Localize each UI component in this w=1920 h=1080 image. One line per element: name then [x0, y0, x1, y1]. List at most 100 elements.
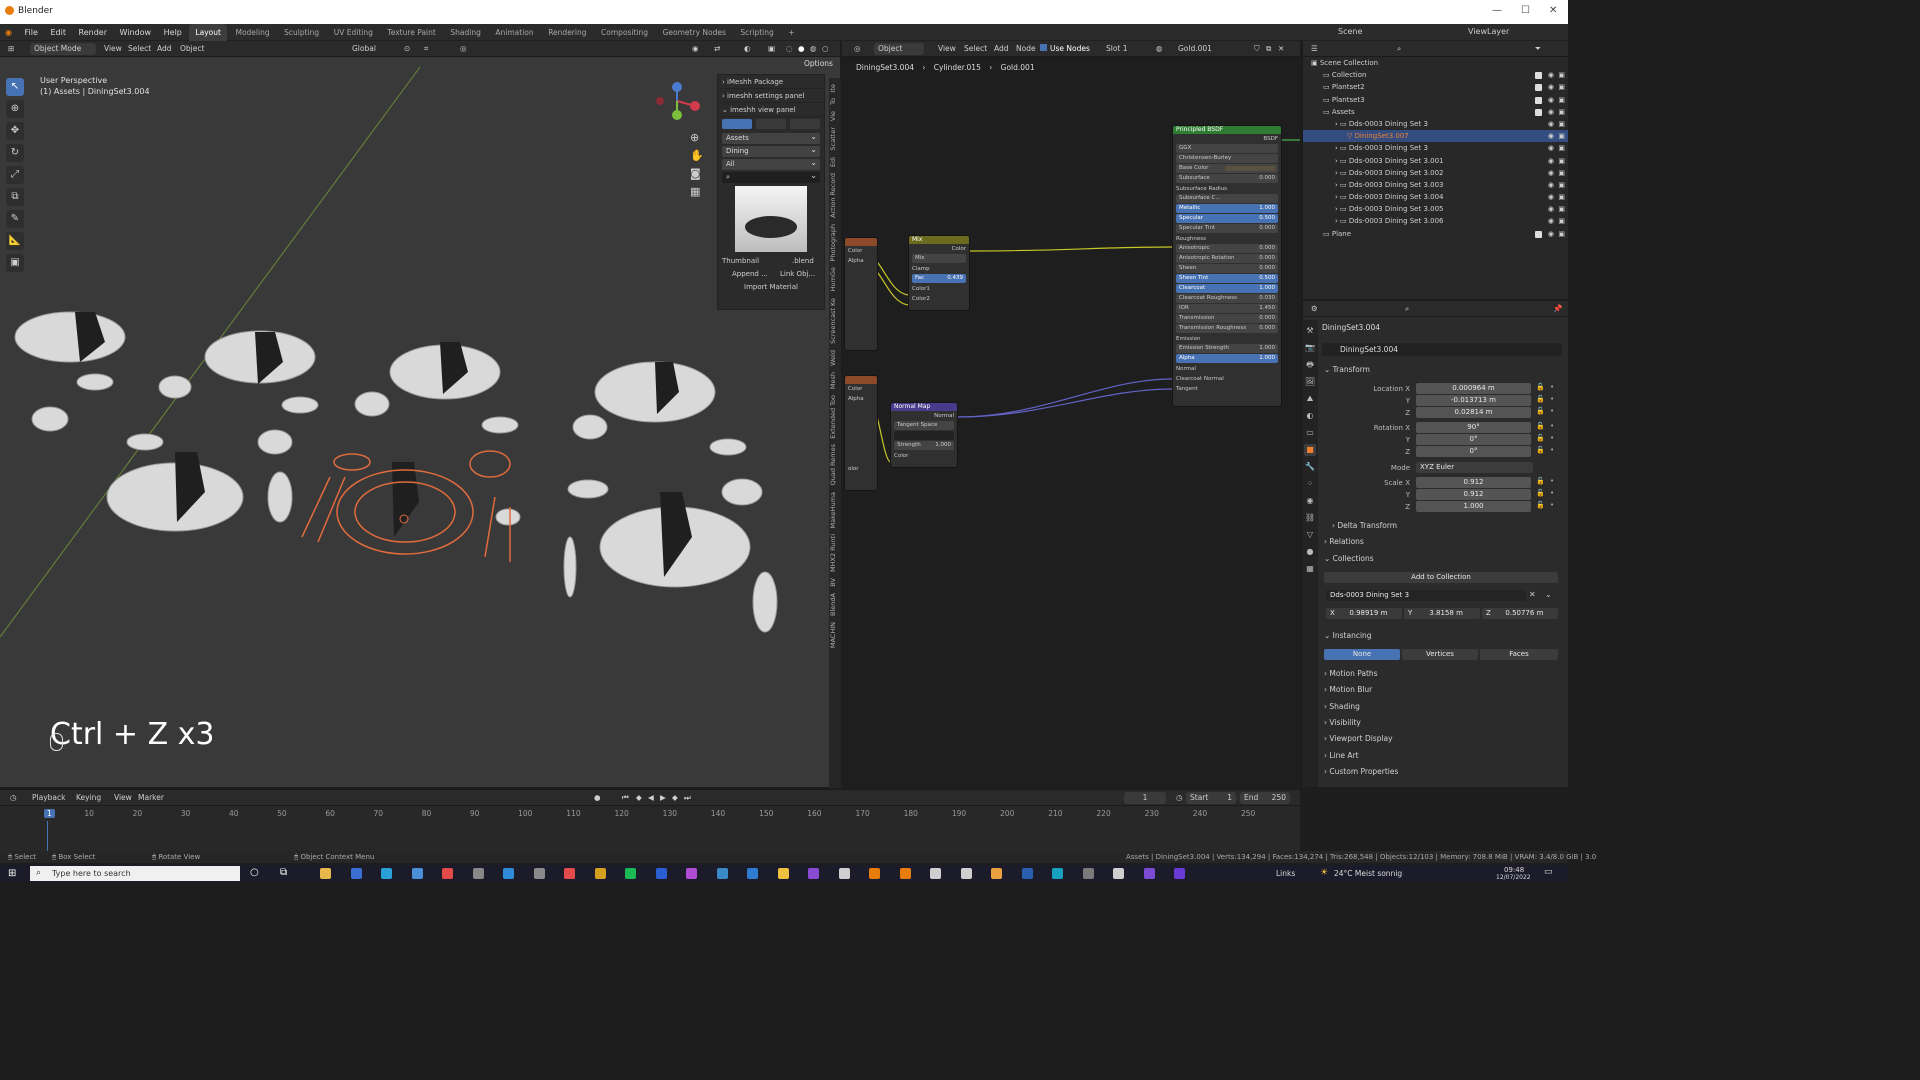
normal-uv-field[interactable]: [894, 431, 954, 440]
task-view-icon[interactable]: ⧉: [280, 867, 287, 878]
taskbar-app-icon[interactable]: [350, 868, 362, 879]
keyframe-dot-icon[interactable]: •: [1550, 446, 1554, 454]
vtab-photograph[interactable]: Photograph: [829, 224, 841, 262]
eye-icon[interactable]: ◉: [1548, 167, 1554, 179]
select-menu[interactable]: Select: [124, 43, 155, 55]
imeshh-tab-object-icon[interactable]: [722, 119, 752, 129]
lock-icon[interactable]: 🔓: [1536, 407, 1545, 415]
tab-scripting[interactable]: Scripting: [734, 24, 779, 41]
windows-start-icon[interactable]: ⊞: [8, 868, 16, 879]
eye-icon[interactable]: ◉: [1548, 191, 1554, 203]
vtab-action-record[interactable]: Action Record: [829, 173, 841, 218]
outliner-type-icon[interactable]: ☰: [1307, 43, 1322, 55]
outliner-row[interactable]: › ▭ Dds-0003 Dining Set 3.002 ◉ ▣: [1303, 167, 1568, 179]
outliner-row[interactable]: ▭ Assets ◉ ▣: [1303, 106, 1568, 118]
bsdf-input-row[interactable]: Clearcoat 1.000: [1176, 284, 1278, 293]
lock-icon[interactable]: 🔓: [1536, 434, 1545, 442]
add-menu[interactable]: Add: [153, 43, 176, 55]
node-select-menu[interactable]: Select: [960, 43, 991, 55]
offset-z-field[interactable]: Z 0.50776 m: [1482, 608, 1558, 619]
material-selector-icon[interactable]: ◍: [1152, 43, 1167, 55]
vtab-edit[interactable]: Edi: [829, 157, 841, 167]
exclude-checkbox[interactable]: [1535, 230, 1542, 238]
keying-menu[interactable]: Keying: [72, 792, 105, 804]
vtab-makehuman[interactable]: MakeHuma: [829, 492, 841, 528]
bsdf-input-row[interactable]: IOR 1.450: [1176, 304, 1278, 313]
bsdf-input-row[interactable]: Transmission Roughness 0.000: [1176, 324, 1278, 333]
blender-menu-icon[interactable]: ◉: [0, 24, 17, 41]
rotation-mode-dropdown[interactable]: XYZ Euler: [1416, 462, 1533, 473]
bsdf-input-row[interactable]: Emission Strength 1.000: [1176, 344, 1278, 353]
taskbar-app-icon[interactable]: [930, 868, 941, 879]
taskbar-app-icon[interactable]: [838, 868, 850, 879]
imeshh-view-row[interactable]: ⌄ imeshh view panel: [718, 103, 824, 117]
weather-text[interactable]: 24°C Meist sonnig: [1334, 869, 1402, 878]
eye-icon[interactable]: ◉: [1548, 106, 1554, 118]
instancing-none-button[interactable]: None: [1324, 649, 1400, 660]
vtab-tool[interactable]: To: [829, 98, 841, 105]
keyframe-dot-icon[interactable]: •: [1550, 422, 1554, 430]
pan-hand-icon[interactable]: ✋: [690, 149, 704, 162]
vtab-bv[interactable]: BV: [829, 578, 841, 587]
taskbar-app-icon[interactable]: [960, 868, 972, 879]
outliner[interactable]: ☰ ⌕ ⏷ ▣ Scene Collection ▭ Collection ◉ ▣ ▭…: [1302, 41, 1568, 299]
physics-props-icon[interactable]: ◉: [1304, 495, 1316, 507]
imeshh-tab-material-icon[interactable]: [756, 119, 786, 129]
node-add-menu[interactable]: Add: [990, 43, 1013, 55]
shading-rendered-icon[interactable]: ○: [818, 43, 833, 55]
mix-fac-slider[interactable]: Fac 0.439: [912, 274, 966, 283]
node-editor-type-icon[interactable]: ◎: [850, 43, 865, 55]
record-icon[interactable]: ●: [590, 792, 605, 804]
keyframe-dot-icon[interactable]: •: [1550, 477, 1554, 485]
rotation-z-field[interactable]: 0°: [1416, 446, 1531, 457]
mix-node[interactable]: Mix Color Mix Clamp Fac 0.439 Color1 Colo…: [908, 235, 970, 311]
camera-view-icon[interactable]: ◙: [690, 167, 701, 180]
category-dropdown[interactable]: Assets: [722, 131, 820, 144]
overlay-icon[interactable]: ◐: [740, 43, 755, 55]
eye-icon[interactable]: ◉: [1548, 81, 1554, 93]
links-toolbar[interactable]: Links: [1276, 869, 1295, 878]
rotation-x-field[interactable]: 90°: [1416, 422, 1531, 433]
bsdf-input-row[interactable]: Roughness: [1173, 234, 1281, 244]
bsdf-input-row[interactable]: Subsurface 0.000: [1176, 174, 1278, 183]
menu-edit[interactable]: Edit: [45, 24, 71, 41]
taskbar-app-icon[interactable]: [1052, 868, 1063, 879]
tab-texture-paint[interactable]: Texture Paint: [381, 24, 441, 41]
outliner-row[interactable]: › ▭ Dds-0003 Dining Set 3.003 ◉ ▣: [1303, 179, 1568, 191]
image-texture-node-1[interactable]: Color Alpha: [844, 237, 878, 351]
instancing-faces-button[interactable]: Faces: [1480, 649, 1558, 660]
measure-tool-icon[interactable]: 📐: [6, 232, 24, 250]
mode-selector[interactable]: Object Mode: [30, 43, 96, 55]
shader-type-selector[interactable]: Object: [874, 43, 924, 55]
select-tool-icon[interactable]: ↖: [6, 78, 24, 96]
tab-layout[interactable]: Layout: [189, 24, 227, 41]
delta-transform-section[interactable]: › Delta Transform: [1332, 519, 1572, 533]
timeline-view-menu[interactable]: View: [110, 792, 136, 804]
object-name-field[interactable]: DiningSet3.004: [1322, 343, 1562, 356]
lock-icon[interactable]: 🔓: [1536, 477, 1545, 485]
preview-range-icon[interactable]: ◷: [1172, 792, 1187, 804]
imeshh-tab-hdri-icon[interactable]: [790, 119, 820, 129]
collection-props-icon[interactable]: ▭: [1304, 427, 1316, 439]
imeshh-settings-row[interactable]: › imeshh settings panel: [718, 89, 824, 103]
bsdf-input-row[interactable]: Anisotropic Rotation 0.000: [1176, 254, 1278, 263]
eye-icon[interactable]: ◉: [1548, 69, 1554, 81]
keyframe-dot-icon[interactable]: •: [1550, 434, 1554, 442]
outliner-row[interactable]: ▭ Plantset2 ◉ ▣: [1303, 81, 1568, 93]
outliner-row[interactable]: ▭ Plantset3 ◉ ▣: [1303, 94, 1568, 106]
keyframe-dot-icon[interactable]: •: [1550, 395, 1554, 403]
scale-y-field[interactable]: 0.912: [1416, 489, 1531, 500]
camera-icon[interactable]: ▣: [1558, 179, 1565, 191]
bsdf-input-row[interactable]: Anisotropic 0.000: [1176, 244, 1278, 253]
bsdf-distribution-dropdown[interactable]: GGX: [1176, 144, 1278, 153]
bsdf-input-row[interactable]: Sheen Tint 0.500: [1176, 274, 1278, 283]
scale-x-field[interactable]: 0.912: [1416, 477, 1531, 488]
transform-tool-icon[interactable]: ⧉: [6, 188, 24, 206]
use-nodes-checkbox[interactable]: Use Nodes: [1036, 43, 1094, 55]
vtab-extended-tools[interactable]: Extended Too: [829, 395, 841, 439]
taskbar-app-icon[interactable]: [1082, 868, 1094, 879]
tab-sculpting[interactable]: Sculpting: [278, 24, 325, 41]
tool-props-icon[interactable]: ⚒: [1304, 325, 1316, 337]
outliner-row[interactable]: › ▭ Dds-0003 Dining Set 3 ◉ ▣: [1303, 118, 1568, 130]
bsdf-input-row[interactable]: Specular Tint 0.000: [1176, 224, 1278, 233]
